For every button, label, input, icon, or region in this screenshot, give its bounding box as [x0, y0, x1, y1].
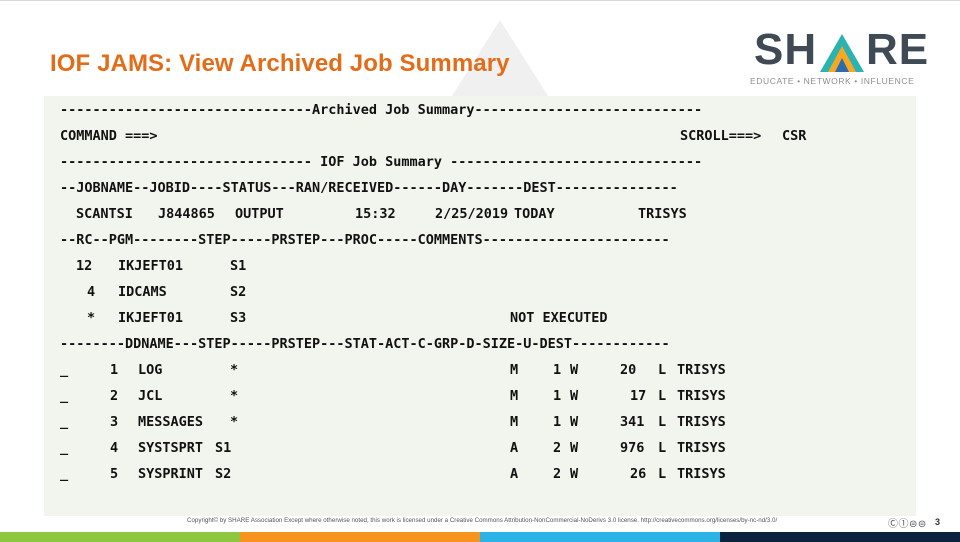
- footer-bar-green: [0, 532, 240, 542]
- step-pgm: IDCAMS: [118, 284, 167, 300]
- dataset-group: 1: [553, 414, 562, 430]
- dataset-step: *: [230, 362, 239, 378]
- job-ran-time: 15:32: [355, 206, 396, 222]
- dataset-ddname: MESSAGES: [138, 414, 204, 430]
- dataset-ddname: SYSTSPRT: [138, 440, 204, 456]
- iof-summary-header: ------------------------------- IOF Job …: [60, 154, 703, 170]
- dataset-dest: TRISYS: [677, 388, 726, 404]
- dataset-number: 3: [110, 414, 119, 430]
- job-status: OUTPUT: [235, 206, 284, 222]
- dataset-disposition: W: [570, 466, 579, 482]
- command-input[interactable]: [188, 123, 608, 149]
- dataset-command-input[interactable]: _: [60, 383, 68, 409]
- dataset-step: S2: [215, 466, 232, 482]
- footer-bar-orange: [240, 532, 480, 542]
- share-logo: SH RE EDUCATE • NETWORK • INFLUENCE: [730, 26, 945, 90]
- step-rc: 12: [76, 258, 93, 274]
- dataset-size: 26: [630, 466, 647, 482]
- dataset-unit: L: [658, 440, 667, 456]
- copyright-notice: Copyright© by SHARE Association Except w…: [187, 517, 778, 524]
- dataset-class: M: [510, 388, 519, 404]
- job-dest: TRISYS: [638, 206, 687, 222]
- step-name: S2: [230, 284, 247, 300]
- dataset-ddname: JCL: [138, 388, 163, 404]
- dataset-class: A: [510, 466, 519, 482]
- step-name: S1: [230, 258, 247, 274]
- step-rc: 4: [87, 284, 96, 300]
- dataset-group: 1: [553, 388, 562, 404]
- creative-commons-icon: Ⓒ①⊜⊜: [888, 519, 927, 530]
- dataset-class: M: [510, 414, 519, 430]
- scroll-input[interactable]: CSR: [782, 123, 806, 149]
- logo-tagline: EDUCATE • NETWORK • INFLUENCE: [750, 76, 915, 86]
- dataset-size: 976: [620, 440, 645, 456]
- dataset-command-input[interactable]: _: [60, 461, 68, 487]
- dataset-size: 341: [620, 414, 645, 430]
- dataset-unit: L: [658, 362, 667, 378]
- dataset-disposition: W: [570, 362, 579, 378]
- dataset-command-input[interactable]: _: [60, 435, 68, 461]
- dataset-disposition: W: [570, 388, 579, 404]
- dataset-size: 20: [620, 362, 637, 378]
- dataset-dest: TRISYS: [677, 362, 726, 378]
- dataset-group: 2: [553, 466, 562, 482]
- dataset-group: 2: [553, 440, 562, 456]
- logo-word-right: RE: [866, 25, 930, 74]
- logo-triangle-icon: [820, 34, 864, 72]
- dataset-ddname: LOG: [138, 362, 163, 378]
- dataset-disposition: W: [570, 414, 579, 430]
- step-rc: *: [87, 310, 96, 326]
- slide: IOF JAMS: View Archived Job Summary SH R…: [0, 0, 960, 542]
- command-label: COMMAND ===>: [60, 128, 158, 144]
- page-number: 3: [935, 517, 941, 527]
- dataset-size: 17: [630, 388, 647, 404]
- dataset-dest: TRISYS: [677, 466, 726, 482]
- dataset-number: 4: [110, 440, 119, 456]
- dataset-number: 5: [110, 466, 119, 482]
- dataset-step: S1: [215, 440, 232, 456]
- dataset-dest: TRISYS: [677, 414, 726, 430]
- job-id: J844865: [158, 206, 215, 222]
- dataset-class: A: [510, 440, 519, 456]
- dataset-command-input[interactable]: _: [60, 409, 68, 435]
- dataset-unit: L: [658, 466, 667, 482]
- dataset-ddname: SYSPRINT: [138, 466, 204, 482]
- dataset-step: *: [230, 388, 239, 404]
- step-pgm: IKJEFT01: [118, 310, 184, 326]
- dataset-unit: L: [658, 388, 667, 404]
- dataset-step: *: [230, 414, 239, 430]
- footer-bar-navy: [720, 532, 960, 542]
- dataset-unit: L: [658, 414, 667, 430]
- dataset-group: 1: [553, 362, 562, 378]
- dataset-dest: TRISYS: [677, 440, 726, 456]
- logo-word-left: SH: [754, 25, 818, 74]
- dataset-class: M: [510, 362, 519, 378]
- step-name: S3: [230, 310, 247, 326]
- dd-column-header: --------DDNAME---STEP-----PRSTEP---STAT-…: [60, 336, 670, 352]
- step-comments: NOT EXECUTED: [510, 310, 608, 326]
- step-pgm: IKJEFT01: [118, 258, 184, 274]
- archived-summary-header: -------------------------------Archived …: [60, 102, 703, 118]
- scroll-label: SCROLL===>: [680, 128, 762, 144]
- job-name: SCANTSI: [76, 206, 133, 222]
- dataset-number: 2: [110, 388, 119, 404]
- job-day: TODAY: [514, 206, 555, 222]
- job-column-header: --JOBNAME--JOBID----STATUS---RAN/RECEIVE…: [60, 180, 678, 196]
- step-column-header: --RC--PGM--------STEP-----PRSTEP---PROC-…: [60, 232, 670, 248]
- dataset-number: 1: [110, 362, 119, 378]
- top-border: [0, 0, 960, 1]
- footer-bar-blue: [480, 532, 720, 542]
- job-ran-date: 2/25/2019: [435, 206, 509, 222]
- dataset-command-input[interactable]: _: [60, 357, 68, 383]
- slide-title: IOF JAMS: View Archived Job Summary: [50, 50, 510, 77]
- dataset-disposition: W: [570, 440, 579, 456]
